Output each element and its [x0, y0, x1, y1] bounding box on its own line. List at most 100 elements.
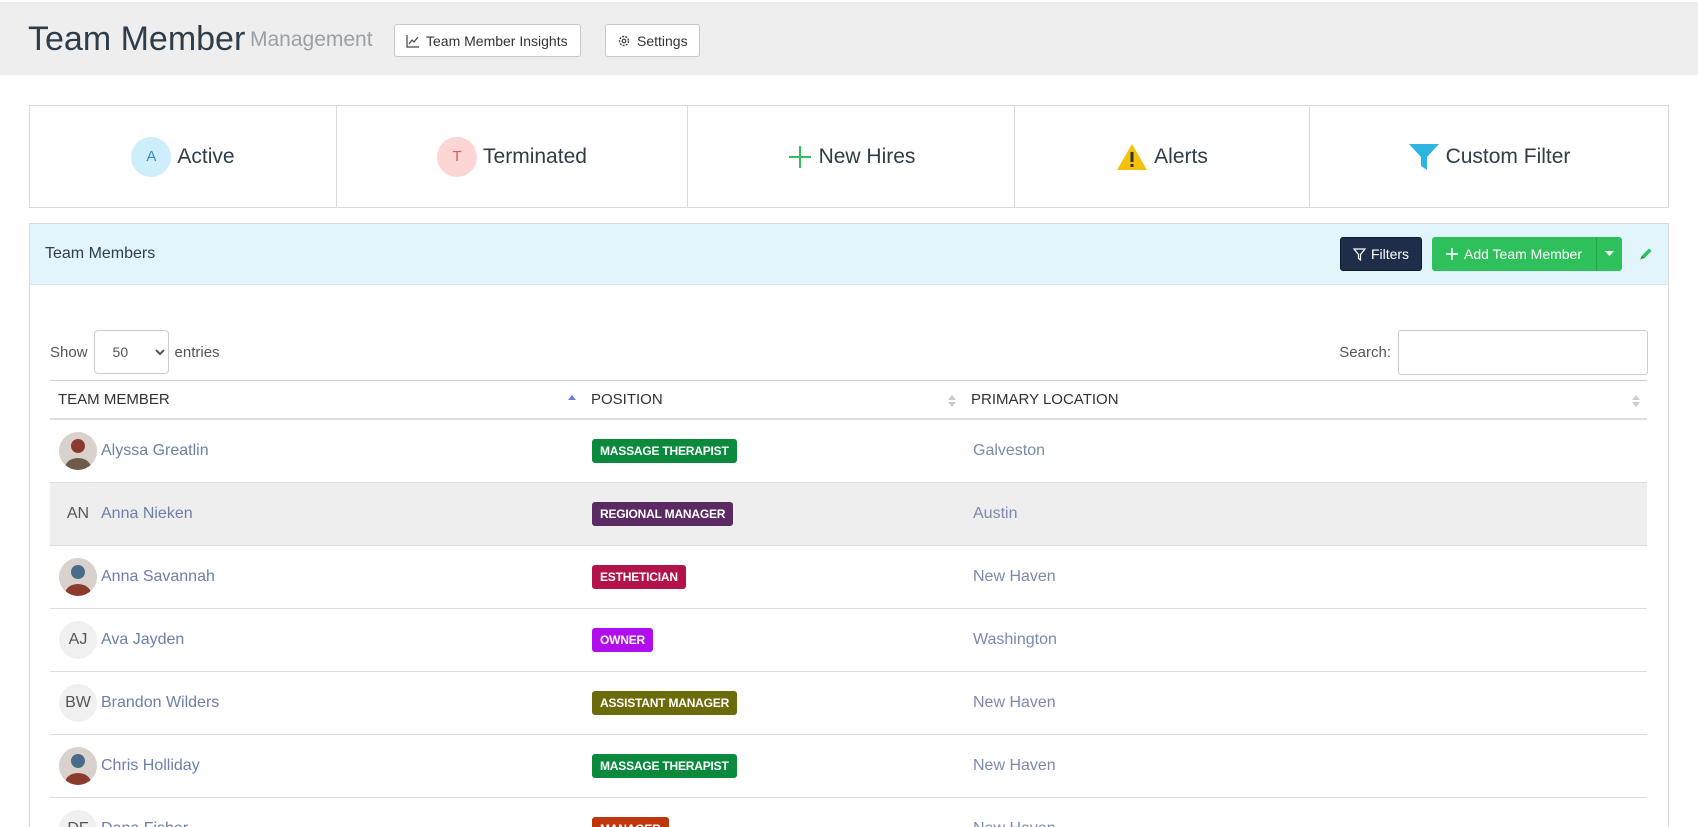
person-photo-icon	[59, 747, 97, 785]
avatar: DF	[59, 810, 97, 827]
avatar: BW	[59, 684, 97, 722]
table-row[interactable]: DF Dana Fisher MANAGER New Haven	[50, 798, 1647, 827]
location-link[interactable]: Washington	[973, 631, 1057, 649]
team-member-cell: Anna Savannah	[50, 546, 583, 608]
column-header-primary-location[interactable]: PRIMARY LOCATION	[963, 381, 1647, 418]
location-link[interactable]: New Haven	[973, 694, 1056, 712]
position-cell: ASSISTANT MANAGER	[583, 672, 963, 734]
panel-header: Team Members Filters Add Team Member	[30, 224, 1668, 285]
search-input[interactable]	[1398, 330, 1648, 375]
sort-ascending-icon	[568, 395, 576, 400]
pencil-icon[interactable]	[1638, 246, 1654, 262]
plus-icon	[788, 145, 811, 168]
team-member-name-link[interactable]: Brandon Wilders	[101, 694, 219, 712]
location-cell: Austin	[963, 483, 1647, 545]
team-member-cell: AJ Ava Jayden	[50, 609, 583, 671]
position-badge: ESTHETICIAN	[592, 565, 686, 589]
active-card[interactable]: A Active	[30, 106, 337, 207]
team-member-name-link[interactable]: Anna Nieken	[101, 505, 193, 523]
team-member-insights-button[interactable]: Team Member Insights	[394, 24, 581, 57]
avatar: AN	[66, 505, 90, 522]
team-members-panel: Team Members Filters Add Team Member Sho…	[29, 223, 1669, 827]
position-cell: REGIONAL MANAGER	[583, 483, 963, 545]
column-label: PRIMARY LOCATION	[971, 391, 1119, 408]
alerts-card[interactable]: Alerts	[1015, 106, 1310, 207]
table-body: Alyssa Greatlin MASSAGE THERAPIST Galves…	[50, 420, 1647, 827]
team-member-name-link[interactable]: Dana Fisher	[101, 820, 188, 827]
location-cell: New Haven	[963, 798, 1647, 827]
location-link[interactable]: New Haven	[973, 820, 1056, 827]
location-link[interactable]: Galveston	[973, 442, 1045, 460]
entries-label: entries	[174, 343, 220, 361]
new-hires-card[interactable]: New Hires	[688, 106, 1015, 207]
location-cell: New Haven	[963, 546, 1647, 608]
funnel-icon	[1408, 143, 1439, 170]
team-member-name-link[interactable]: Alyssa Greatlin	[101, 442, 209, 460]
add-team-member-button[interactable]: Add Team Member	[1432, 237, 1596, 271]
custom-filter-card[interactable]: Custom Filter	[1310, 106, 1668, 207]
team-member-name-link[interactable]: Ava Jayden	[101, 631, 184, 649]
chart-line-icon	[406, 34, 419, 48]
table-row[interactable]: Chris Holliday MASSAGE THERAPIST New Hav…	[50, 735, 1647, 798]
page-subtitle: Management	[250, 28, 373, 51]
position-badge: REGIONAL MANAGER	[592, 502, 734, 526]
table-header: TEAM MEMBER POSITION PRIMARY LOCATION	[50, 380, 1647, 420]
panel-title: Team Members	[45, 245, 156, 262]
team-member-cell: DF Dana Fisher	[50, 798, 583, 827]
position-cell: MASSAGE THERAPIST	[583, 420, 963, 482]
team-member-cell: Alyssa Greatlin	[50, 420, 583, 482]
table-row[interactable]: BW Brandon Wilders ASSISTANT MANAGER New…	[50, 672, 1647, 735]
plus-icon	[1445, 248, 1458, 260]
avatar	[59, 558, 97, 596]
add-options-dropdown-button[interactable]	[1596, 237, 1622, 271]
table-row[interactable]: AN Anna Nieken REGIONAL MANAGER Austin	[50, 483, 1647, 546]
position-badge: MASSAGE THERAPIST	[592, 439, 737, 463]
location-link[interactable]: Austin	[973, 505, 1017, 523]
column-header-team-member[interactable]: TEAM MEMBER	[50, 381, 583, 418]
position-cell: MASSAGE THERAPIST	[583, 735, 963, 797]
custom-filter-label: Custom Filter	[1445, 144, 1571, 168]
caret-down-icon	[1605, 251, 1614, 256]
entries-per-page-select[interactable]: 50	[93, 330, 169, 374]
column-label: POSITION	[591, 391, 663, 408]
table-row[interactable]: Anna Savannah ESTHETICIAN New Haven	[50, 546, 1647, 609]
show-label: Show	[50, 343, 88, 361]
position-cell: ESTHETICIAN	[583, 546, 963, 608]
position-cell: OWNER	[583, 609, 963, 671]
show-entries-control: Show 50 entries	[50, 330, 220, 374]
location-cell: New Haven	[963, 735, 1647, 797]
table-row[interactable]: AJ Ava Jayden OWNER Washington	[50, 609, 1647, 672]
team-member-cell: AN Anna Nieken	[50, 483, 583, 545]
avatar	[59, 432, 97, 470]
new-hires-label: New Hires	[818, 144, 916, 168]
team-member-name-link[interactable]: Anna Savannah	[101, 568, 215, 586]
team-members-table: TEAM MEMBER POSITION PRIMARY LOCATION Al…	[50, 380, 1647, 827]
column-label: TEAM MEMBER	[58, 391, 170, 408]
team-member-name-link[interactable]: Chris Holliday	[101, 757, 200, 775]
active-label: Active	[177, 144, 235, 168]
location-link[interactable]: New Haven	[973, 568, 1056, 586]
avatar: AJ	[59, 621, 97, 659]
position-badge: ASSISTANT MANAGER	[592, 691, 738, 715]
filters-button[interactable]: Filters	[1340, 237, 1422, 271]
avatar	[59, 747, 97, 785]
person-photo-icon	[59, 558, 97, 596]
gear-icon	[618, 35, 630, 46]
location-link[interactable]: New Haven	[973, 757, 1056, 775]
position-badge: MANAGER	[592, 817, 669, 827]
insights-label: Team Member Insights	[426, 32, 568, 49]
alerts-label: Alerts	[1154, 144, 1208, 168]
terminated-avatar-icon: T	[437, 136, 478, 177]
terminated-label: Terminated	[483, 144, 587, 168]
warning-icon	[1117, 143, 1148, 170]
terminated-card[interactable]: T Terminated	[337, 106, 688, 207]
table-row[interactable]: Alyssa Greatlin MASSAGE THERAPIST Galves…	[50, 420, 1647, 483]
column-header-position[interactable]: POSITION	[583, 381, 963, 418]
position-badge: MASSAGE THERAPIST	[592, 754, 737, 778]
add-team-member-label: Add Team Member	[1463, 246, 1582, 262]
filters-label: Filters	[1370, 246, 1410, 262]
location-cell: Washington	[963, 609, 1647, 671]
team-member-cell: BW Brandon Wilders	[50, 672, 583, 734]
settings-button[interactable]: Settings	[605, 24, 700, 57]
sort-icon	[1632, 395, 1640, 407]
